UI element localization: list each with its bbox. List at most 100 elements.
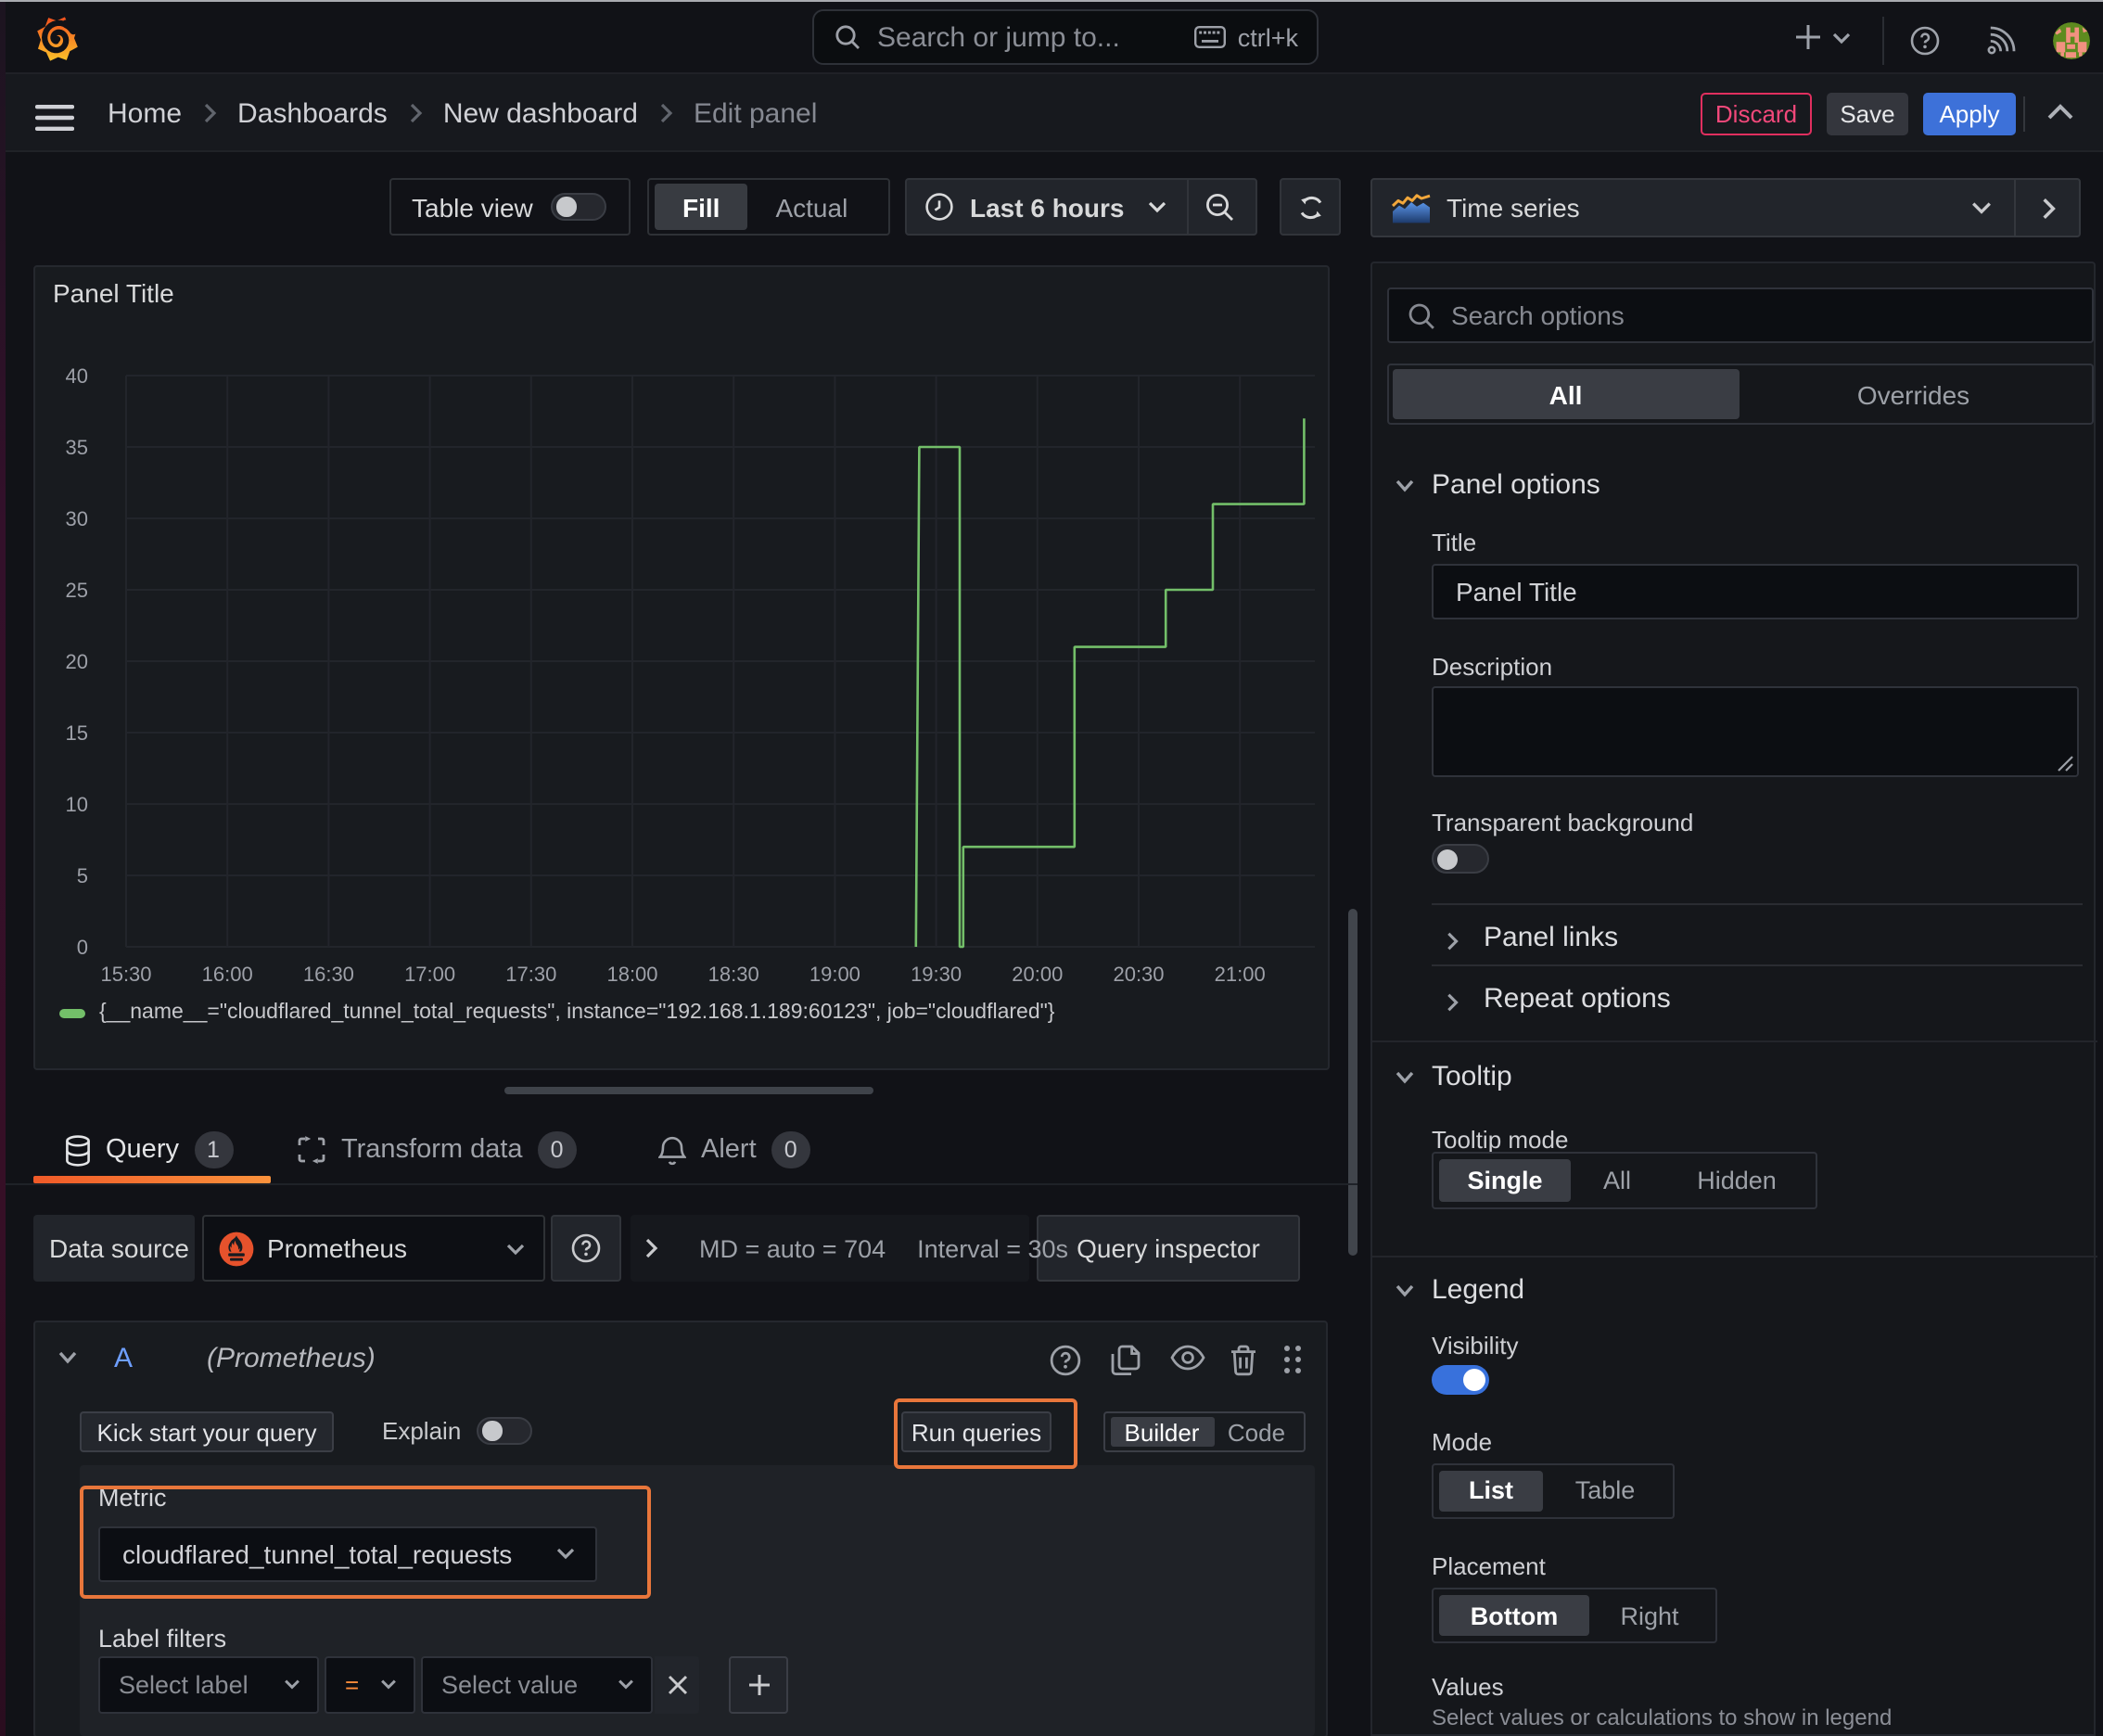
time-range-label[interactable]: Last 6 hours [970,192,1125,222]
fill-option[interactable]: Fill [655,184,748,230]
duplicate-query-button[interactable] [1110,1344,1140,1375]
legend-visibility-toggle[interactable] [1432,1365,1489,1395]
help-button[interactable] [1910,26,1940,56]
breadcrumb-dashboards[interactable]: Dashboards [237,97,388,129]
clock-icon [925,193,953,221]
title-input[interactable]: Panel Title [1432,564,2079,619]
description-textarea[interactable] [1432,686,2079,777]
scrollbar-thumb[interactable] [1347,909,1357,1256]
transparent-background-label: Transparent background [1432,809,1694,836]
top-navigation-bar: Search or jump to... ctrl+k [0,2,2103,74]
search-icon [1407,301,1434,329]
select-value-dropdown[interactable]: Select value [421,1655,653,1713]
svg-text:15:30: 15:30 [99,962,150,985]
zoom-out-button[interactable] [1190,192,1253,222]
breadcrumb-home[interactable]: Home [108,97,182,129]
builder-code-switch: Builder Code [1103,1411,1306,1452]
visualization-picker[interactable]: Time series [1370,178,2081,237]
remove-query-button[interactable] [1229,1344,1256,1375]
tooltip-single-option[interactable]: Single [1439,1159,1571,1202]
panel-options-collapse-icon[interactable] [1395,479,1415,493]
drag-handle[interactable] [1281,1342,1303,1375]
window-left-edge [0,2,5,1736]
panel-links-heading[interactable]: Panel links [1484,922,1618,953]
collapse-header-button[interactable] [2047,104,2073,121]
title-label: Title [1432,528,1477,555]
explain-toggle[interactable] [477,1416,532,1445]
transparent-background-toggle[interactable] [1432,844,1489,874]
grafana-logo-icon[interactable] [35,15,80,63]
avatar[interactable] [2053,22,2090,59]
topbar-divider [1882,17,1884,65]
options-search-input[interactable]: Search options [1386,287,2093,343]
breadcrumb-new-dashboard[interactable]: New dashboard [443,97,638,129]
menu-toggle-button[interactable] [35,104,74,132]
query-inspector-button[interactable]: Query inspector [1037,1215,1300,1282]
new-menu-button[interactable] [1793,22,1823,52]
legend-label[interactable]: {__name__="cloudflared_tunnel_total_requ… [99,1002,1054,1024]
tab-all[interactable]: All [1392,369,1740,419]
time-series-chart[interactable]: 0 5 10 15 20 25 30 35 40 15:30 16:00 16:30 17:00 17:3… [34,266,1327,993]
panel-options-heading[interactable]: Panel options [1432,469,1600,501]
tab-query[interactable]: Query 1 [65,1131,233,1168]
table-view-toggle[interactable] [551,192,607,222]
panel-resize-handle[interactable] [503,1087,873,1094]
legend-heading[interactable]: Legend [1432,1274,1524,1306]
actual-option[interactable]: Actual [747,184,875,230]
tooltip-collapse-icon[interactable] [1395,1070,1415,1085]
kick-start-query-button[interactable]: Kick start your query [80,1411,334,1452]
tab-overrides[interactable]: Overrides [1740,369,2087,419]
legend-list-option[interactable]: List [1439,1470,1543,1511]
resize-grip-icon[interactable] [2057,755,2073,772]
news-button[interactable] [1984,26,2016,57]
select-value-caret-icon [618,1679,634,1690]
breadcrumb-current: Edit panel [693,97,818,129]
tab-transform-data[interactable]: Transform data 0 [297,1131,577,1168]
time-range-caret-icon[interactable] [1149,200,1167,213]
apply-button[interactable]: Apply [1923,93,2016,135]
builder-option[interactable]: Builder [1110,1417,1214,1447]
new-menu-caret[interactable] [1832,32,1851,45]
time-series-icon [1391,192,1432,223]
database-icon [66,1134,90,1166]
operator-caret-icon [380,1679,397,1690]
tooltip-all-option[interactable]: All [1571,1159,1663,1202]
transform-icon [298,1136,325,1164]
max-data-points: MD = auto = 704 [699,1234,886,1262]
operator-dropdown[interactable]: = [325,1655,415,1713]
code-option[interactable]: Code [1214,1417,1299,1447]
svg-text:35: 35 [65,435,87,458]
search-input[interactable]: Search or jump to... ctrl+k [812,9,1319,65]
label-filters-label: Label filters [98,1625,227,1653]
datasource-help-button[interactable] [551,1215,621,1282]
annotation-run-queries [893,1398,1077,1468]
placement-bottom-option[interactable]: Bottom [1439,1595,1589,1636]
panel-links-expand-icon[interactable] [1445,931,1459,951]
query-help-button[interactable] [1049,1344,1080,1375]
tab-alert[interactable]: Alert 0 [658,1131,810,1168]
bell-icon [658,1135,686,1165]
placement-right-option[interactable]: Right [1589,1595,1710,1636]
add-filter-button[interactable] [729,1655,788,1713]
remove-filter-button[interactable] [655,1655,699,1713]
breadcrumb: Home Dashboards New dashboard Edit panel [108,74,817,152]
expand-options-icon[interactable] [644,1237,658,1259]
repeat-options-expand-icon[interactable] [1445,991,1459,1012]
toggle-viz-pane-button[interactable] [2016,196,2079,220]
query-ref-id[interactable]: A [114,1342,133,1373]
visualization-caret-icon [1971,200,1992,215]
legend-collapse-icon[interactable] [1395,1283,1415,1298]
query-collapse-icon[interactable] [57,1349,77,1364]
discard-button[interactable]: Discard [1701,93,1812,135]
repeat-options-heading[interactable]: Repeat options [1484,983,1671,1015]
legend-swatch[interactable] [58,1009,84,1018]
refresh-button[interactable] [1280,178,1341,236]
tooltip-hidden-option[interactable]: Hidden [1663,1159,1810,1202]
select-label-dropdown[interactable]: Select label [98,1655,319,1713]
annotation-metric [80,1486,651,1599]
legend-table-option[interactable]: Table [1543,1470,1667,1511]
datasource-picker[interactable]: Prometheus [202,1215,545,1282]
save-button[interactable]: Save [1827,93,1908,135]
toggle-visibility-button[interactable] [1169,1344,1204,1370]
tooltip-heading[interactable]: Tooltip [1432,1061,1512,1092]
